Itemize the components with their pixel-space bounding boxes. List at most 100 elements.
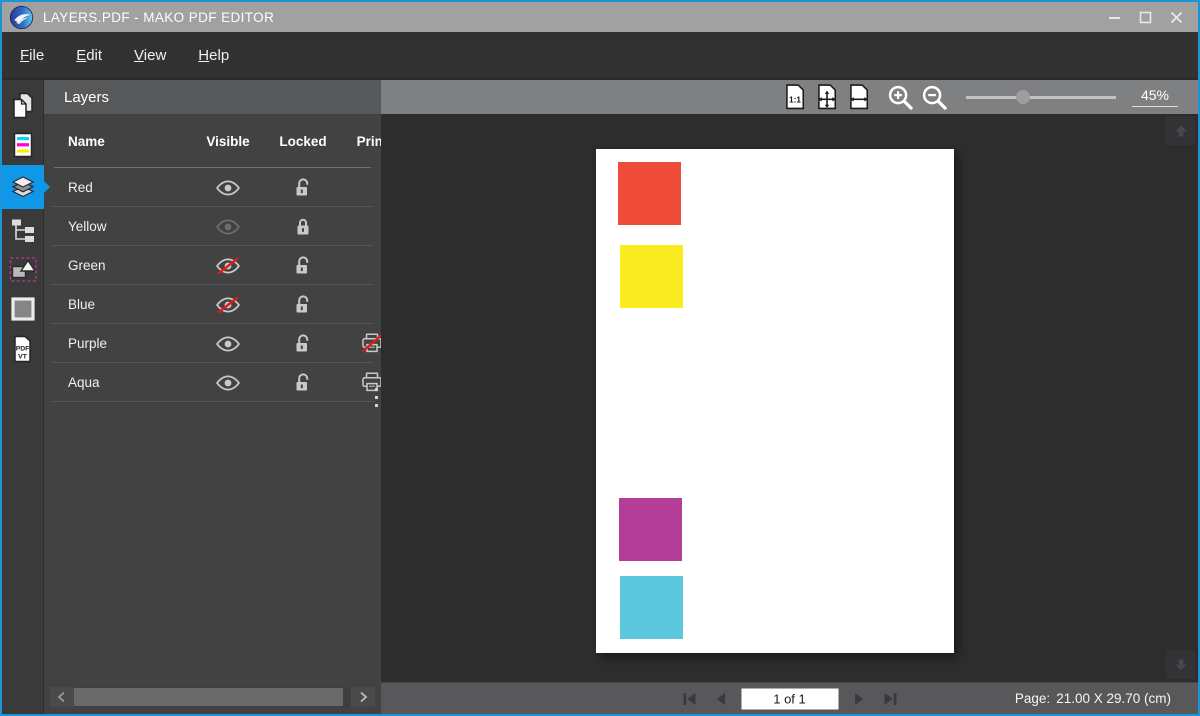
first-page-icon (681, 691, 697, 706)
svg-text:PDF: PDF (16, 346, 30, 353)
lock-open-icon (293, 177, 313, 198)
layer-name: Purple (68, 336, 189, 351)
menu-view[interactable]: View (118, 43, 182, 68)
scroll-right-button[interactable] (351, 687, 375, 707)
menu-help[interactable]: Help (182, 43, 245, 68)
canvas-scroll-up-button[interactable] (1166, 116, 1195, 145)
sidebar-item-structure[interactable] (2, 209, 44, 249)
layer-row-red[interactable]: Red (44, 168, 381, 207)
app-logo-icon (9, 5, 34, 30)
page-object-yellow[interactable] (620, 245, 683, 308)
scrollbar-thumb[interactable] (74, 688, 343, 706)
visibility-toggle[interactable] (189, 257, 267, 275)
lock-toggle[interactable] (267, 216, 339, 237)
ink-separations-icon (9, 131, 37, 159)
sidebar-item-shapes[interactable] (2, 249, 44, 289)
menu-file[interactable]: File (4, 43, 60, 68)
layer-row-purple[interactable]: Purple (44, 324, 381, 363)
scrollbar-track[interactable] (74, 687, 351, 707)
lock-toggle[interactable] (267, 294, 339, 315)
arrow-down-icon (1173, 657, 1189, 673)
layer-row-green[interactable]: Green (44, 246, 381, 285)
scroll-left-button[interactable] (50, 687, 74, 707)
zoom-percent-field[interactable]: 45% (1132, 87, 1178, 107)
page-size-value: 21.00 X 29.70 (cm) (1056, 691, 1171, 706)
titlebar: LAYERS.PDF - MAKO PDF EDITOR (2, 2, 1198, 32)
menu-edit[interactable]: Edit (60, 43, 118, 68)
viewer-area: 1:1 (381, 80, 1198, 714)
lock-open-icon (293, 294, 313, 315)
layer-row-aqua[interactable]: Aqua (44, 363, 381, 402)
lock-open-icon (293, 255, 313, 276)
layer-name: Aqua (68, 375, 189, 390)
column-header-visible: Visible (189, 134, 267, 149)
layer-name: Red (68, 180, 189, 195)
eye-icon (215, 218, 241, 236)
layer-name: Blue (68, 297, 189, 312)
lock-toggle[interactable] (267, 177, 339, 198)
lock-toggle[interactable] (267, 333, 339, 354)
first-page-button[interactable] (679, 689, 699, 709)
lock-toggle[interactable] (267, 255, 339, 276)
zoom-in-icon (887, 84, 914, 111)
page-object-purple[interactable] (619, 498, 682, 561)
sidebar-item-inks[interactable] (2, 125, 44, 165)
sidebar-item-layers[interactable] (2, 165, 44, 209)
page-object-red[interactable] (618, 162, 681, 225)
visibility-toggle[interactable] (189, 218, 267, 236)
fit-width-icon (848, 83, 870, 111)
menubar: File Edit View Help (2, 32, 1198, 78)
sidebar-item-pdfvt[interactable]: PDF VT (2, 329, 44, 369)
actual-size-button[interactable]: 1:1 (784, 83, 806, 111)
eye-hidden-icon (215, 296, 241, 314)
svg-text:VT: VT (18, 354, 28, 361)
eye-icon (215, 374, 241, 392)
layer-name: Yellow (68, 219, 189, 234)
svg-text:1:1: 1:1 (789, 96, 801, 105)
page-size-label: Page: (1015, 691, 1050, 706)
visibility-toggle[interactable] (189, 335, 267, 353)
last-page-button[interactable] (880, 689, 900, 709)
next-page-button[interactable] (849, 689, 869, 709)
page-navigation: 1 of 1 (679, 688, 900, 709)
zoom-slider-track[interactable] (966, 96, 1116, 99)
actual-size-icon: 1:1 (784, 83, 806, 111)
minimize-button[interactable] (1106, 9, 1122, 25)
zoom-slider[interactable] (966, 89, 1116, 105)
layer-row-blue[interactable]: Blue (44, 285, 381, 324)
column-header-locked: Locked (267, 134, 339, 149)
canvas-scroll-down-button[interactable] (1166, 650, 1195, 679)
zoom-out-icon (921, 84, 948, 111)
page-indicator-field[interactable]: 1 of 1 (741, 688, 838, 709)
page-object-aqua[interactable] (620, 576, 683, 639)
arrow-up-icon (1173, 123, 1189, 139)
zoom-in-button[interactable] (887, 84, 914, 111)
lock-toggle[interactable] (267, 372, 339, 393)
layers-panel-title: Layers (44, 80, 381, 114)
previous-page-button[interactable] (710, 689, 730, 709)
viewer-toolbar: 1:1 (381, 80, 1198, 114)
pages-icon (9, 91, 37, 119)
arrow-left-icon (56, 691, 68, 703)
eye-icon (215, 179, 241, 197)
status-bar: 1 of 1 Page: 21.00 X 29.70 (cm) (381, 682, 1198, 714)
pdf-page[interactable] (596, 149, 954, 653)
close-button[interactable] (1168, 9, 1184, 25)
visibility-toggle[interactable] (189, 374, 267, 392)
fit-width-button[interactable] (848, 83, 870, 111)
layers-icon (9, 173, 37, 201)
document-canvas[interactable] (381, 114, 1198, 682)
zoom-out-button[interactable] (921, 84, 948, 111)
sidebar-item-boxes[interactable] (2, 289, 44, 329)
maximize-button[interactable] (1137, 9, 1153, 25)
visibility-toggle[interactable] (189, 296, 267, 314)
lock-open-icon (293, 372, 313, 393)
page-box-icon (9, 295, 37, 323)
app-window: LAYERS.PDF - MAKO PDF EDITOR File Edit V… (2, 2, 1198, 714)
visibility-toggle[interactable] (189, 179, 267, 197)
panel-resize-handle[interactable] (373, 386, 380, 409)
fit-page-button[interactable] (816, 83, 838, 111)
layer-row-yellow[interactable]: Yellow (44, 207, 381, 246)
sidebar-item-pages[interactable] (2, 85, 44, 125)
zoom-slider-thumb[interactable] (1016, 90, 1030, 104)
